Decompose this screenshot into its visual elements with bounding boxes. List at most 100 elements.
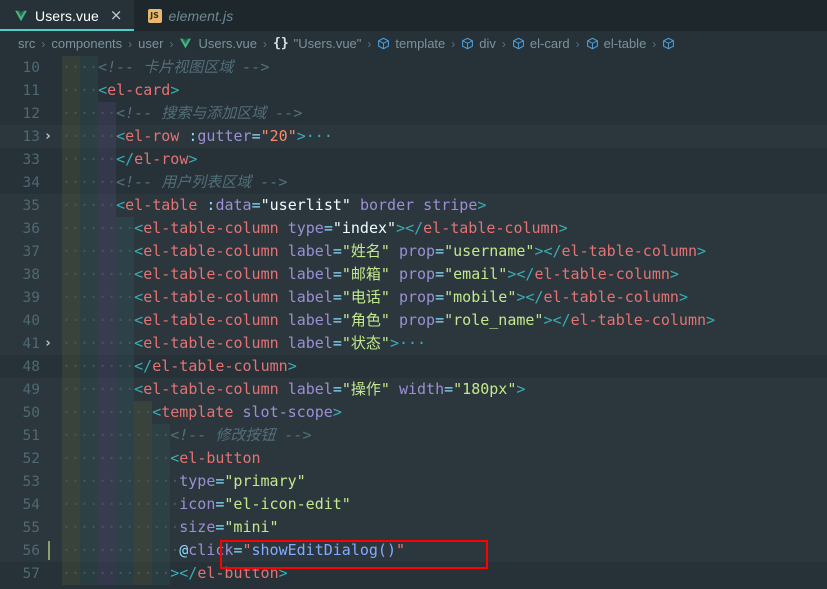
code-line-content[interactable]: ············· size="mini"	[62, 516, 827, 539]
code-line[interactable]: 35 ······ <el-table :data="userlist" borde…	[0, 194, 827, 217]
line-gutter: 53	[0, 470, 62, 493]
code-line-content[interactable]: ········ <el-table-column label="操作" widt…	[62, 378, 827, 401]
code-line[interactable]: 50 ·········· <template slot-scope>	[0, 401, 827, 424]
indent-guide-band	[80, 355, 98, 378]
line-gutter: 57	[0, 562, 62, 585]
code-line[interactable]: 56 ············· @click="showEditDialog()"	[0, 539, 827, 562]
code-token: <	[152, 403, 162, 421]
breadcrumb-item-el-card[interactable]: el-card	[512, 36, 570, 51]
whitespace-dots: ········	[62, 288, 135, 306]
code-line[interactable]: 37 ········ <el-table-column label="姓名" pr…	[0, 240, 827, 263]
code-line[interactable]: 33 ······ </el-row>	[0, 148, 827, 171]
code-line[interactable]: 55 ············· size="mini"	[0, 516, 827, 539]
code-token: showEditDialog()	[251, 541, 397, 559]
indent-guides	[62, 125, 116, 148]
code-line[interactable]: 51 ············ <!-- 修改按钮 -->	[0, 424, 827, 447]
code-line[interactable]: 11 ···· <el-card>	[0, 79, 827, 102]
breadcrumb-separator: ›	[367, 36, 372, 51]
code-line-content[interactable]: ········ <el-table-column type="index"></…	[62, 217, 827, 240]
code-line-content[interactable]: ············ ></el-button>	[62, 562, 827, 585]
breadcrumb-item-components[interactable]: components	[51, 36, 122, 51]
indent-guides	[62, 102, 116, 125]
code-line[interactable]: 49 ········ <el-table-column label="操作" wi…	[0, 378, 827, 401]
code-tokens: <el-table :data="userlist" border stripe…	[116, 196, 486, 214]
indent-guide-band	[152, 516, 170, 539]
fold-chevron-icon[interactable]: ›	[40, 336, 56, 351]
code-token: <	[98, 81, 108, 99]
code-line[interactable]: 12 ······ <!-- 搜索与添加区域 -->	[0, 102, 827, 125]
indent-guide-band	[134, 562, 152, 585]
code-token: >	[296, 127, 306, 145]
code-line[interactable]: 53 ············· type="primary"	[0, 470, 827, 493]
code-line-content[interactable]: ······ </el-row>	[62, 148, 827, 171]
indent-guides	[62, 470, 170, 493]
breadcrumb-item-template[interactable]: template	[377, 36, 445, 51]
code-line[interactable]: 39 ········ <el-table-column label="电话" pr…	[0, 286, 827, 309]
code-line-content[interactable]: ······ <el-row :gutter="20">···	[62, 125, 827, 148]
indent-guide-band	[134, 493, 152, 516]
close-icon[interactable]: ×	[110, 8, 123, 23]
breadcrumb-item-user[interactable]: user	[138, 36, 163, 51]
breadcrumb-item-div[interactable]: div	[461, 36, 496, 51]
breadcrumb-item-users-vue[interactable]: {} "Users.vue"	[273, 36, 361, 51]
indent-guide-band	[62, 332, 80, 355]
code-line-content[interactable]: ········ <el-table-column label="角色" prop…	[62, 309, 827, 332]
code-tokens: <el-table-column label="操作" width="180px…	[134, 380, 525, 398]
code-tokens: <el-table-column label="角色" prop="role_n…	[134, 311, 715, 329]
code-token: label	[287, 242, 333, 260]
code-token: data	[215, 196, 252, 214]
code-line-content[interactable]: ············· @click="showEditDialog()"	[62, 539, 827, 562]
breadcrumb-item-src[interactable]: src	[18, 36, 35, 51]
code-line-content[interactable]: ······ <!-- 用户列表区域 -->	[62, 171, 827, 194]
code-tokens: </el-table-column>	[134, 357, 297, 375]
breadcrumb-item-users-vue[interactable]: Users.vue	[179, 36, 257, 51]
indent-guide-band	[80, 470, 98, 493]
code-line[interactable]: 13 › ······ <el-row :gutter="20">···	[0, 125, 827, 148]
code-line-content[interactable]: ········ <el-table-column label="邮箱" prop…	[62, 263, 827, 286]
code-line[interactable]: 52 ············ <el-button	[0, 447, 827, 470]
code-line[interactable]: 54 ············· icon="el-icon-edit"	[0, 493, 827, 516]
code-token: >	[697, 242, 707, 260]
code-line-content[interactable]: ···· <el-card>	[62, 79, 827, 102]
code-line[interactable]: 36 ········ <el-table-column type="index">…	[0, 217, 827, 240]
line-number: 35	[22, 197, 40, 214]
code-line[interactable]: 34 ······ <!-- 用户列表区域 -->	[0, 171, 827, 194]
line-number: 53	[22, 473, 40, 490]
whitespace-dots: ········	[62, 242, 135, 260]
indent-guide-band	[80, 56, 98, 79]
code-line-content[interactable]: ······ <el-table :data="userlist" border …	[62, 194, 827, 217]
breadcrumb-label: el-table	[603, 36, 647, 51]
code-line-content[interactable]: ········ <el-table-column label="姓名" prop…	[62, 240, 827, 263]
code-line[interactable]: 41 › ········ <el-table-column label="状态">·…	[0, 332, 827, 355]
indent-guides	[62, 56, 98, 79]
code-line-content[interactable]: ······ <!-- 搜索与添加区域 -->	[62, 102, 827, 125]
breadcrumb-item-el-table[interactable]: el-table	[586, 36, 647, 51]
code-token: type	[287, 219, 324, 237]
code-line-content[interactable]: ············· icon="el-icon-edit"	[62, 493, 827, 516]
whitespace-dots: ·············	[62, 541, 180, 559]
breadcrumb-item[interactable]	[662, 37, 675, 50]
line-gutter: 51	[0, 424, 62, 447]
code-tokens: <!-- 修改按钮 -->	[170, 426, 311, 444]
code-line[interactable]: 10 ···· <!-- 卡片视图区域 -->	[0, 56, 827, 79]
code-line[interactable]: 38 ········ <el-table-column label="邮箱" pr…	[0, 263, 827, 286]
code-line[interactable]: 57 ············ ></el-button>	[0, 562, 827, 585]
code-line-content[interactable]: ···· <!-- 卡片视图区域 -->	[62, 56, 827, 79]
code-token: el-table-column	[143, 242, 288, 260]
line-number: 37	[22, 243, 40, 260]
code-line-content[interactable]: ········ <el-table-column label="电话" prop…	[62, 286, 827, 309]
code-editor[interactable]: 10 ···· <!-- 卡片视图区域 --> 11 ···· <el-card> 12 ··…	[0, 56, 827, 589]
line-number: 12	[22, 105, 40, 122]
code-line-content[interactable]: ·········· <template slot-scope>	[62, 401, 827, 424]
code-line-content[interactable]: ············ <!-- 修改按钮 -->	[62, 424, 827, 447]
indent-guide-band	[62, 217, 80, 240]
code-line-content[interactable]: ········ </el-table-column>	[62, 355, 827, 378]
code-line[interactable]: 40 ········ <el-table-column label="角色" pr…	[0, 309, 827, 332]
code-line-content[interactable]: ············· type="primary"	[62, 470, 827, 493]
tab-element-js[interactable]: JS element.js	[134, 0, 245, 31]
tab-users-vue[interactable]: Users.vue ×	[0, 0, 134, 31]
code-line-content[interactable]: ········ <el-table-column label="状态">···	[62, 332, 827, 355]
code-line-content[interactable]: ············ <el-button	[62, 447, 827, 470]
fold-chevron-icon[interactable]: ›	[40, 129, 56, 144]
code-line[interactable]: 48 ········ </el-table-column>	[0, 355, 827, 378]
